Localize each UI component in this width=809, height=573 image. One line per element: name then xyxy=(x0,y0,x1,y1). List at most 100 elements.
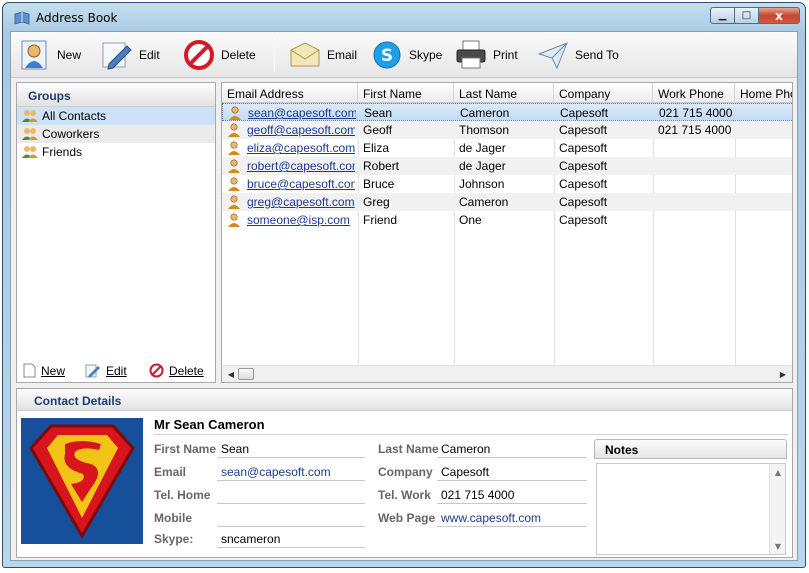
send-to-button[interactable]: Send To xyxy=(537,38,619,72)
tel-home-field[interactable] xyxy=(217,486,365,504)
company-cell: Capesoft xyxy=(559,213,608,227)
contact-details-panel: Contact Details Mr Sean Cameron First Na… xyxy=(16,388,793,558)
company-field[interactable]: Capesoft xyxy=(437,463,587,481)
group-edit-label: Edit xyxy=(106,363,127,378)
group-label: Friends xyxy=(42,145,83,159)
svg-text:S: S xyxy=(381,46,393,66)
contact-details-title: Contact Details xyxy=(17,389,792,411)
email-cell[interactable]: greg@capesoft.com xyxy=(247,195,355,209)
table-row[interactable]: bruce@capesoft.com Bruce Johnson Capesoft xyxy=(222,175,792,193)
table-row[interactable]: robert@capesoft.com Robert de Jager Capesof… xyxy=(222,157,792,175)
maximize-button[interactable]: □ xyxy=(734,7,758,24)
email-cell[interactable]: sean@capesoft.com xyxy=(248,106,356,120)
edit-pencil-icon xyxy=(85,364,100,378)
toolbar-separator xyxy=(274,38,275,72)
first-name-cell: Greg xyxy=(363,195,390,209)
notes-title: Notes xyxy=(594,439,787,459)
notes-vertical-scrollbar[interactable]: ▲ ▼ xyxy=(769,464,785,554)
group-label: All Contacts xyxy=(42,109,107,123)
send-to-label: Send To xyxy=(575,48,619,62)
work-phone-cell: 021 715 4000 xyxy=(659,106,733,120)
first-name-field[interactable]: Sean xyxy=(217,440,365,458)
company-cell: Capesoft xyxy=(560,106,609,120)
delete-icon xyxy=(149,363,164,378)
new-contact-icon xyxy=(19,39,51,71)
toolbar: New Edit Delete Email S Skype Print Send… xyxy=(11,32,797,78)
scroll-thumb[interactable] xyxy=(238,368,254,380)
skype-button[interactable]: S Skype xyxy=(371,38,442,72)
table-row[interactable]: greg@capesoft.com Greg Cameron Capesoft xyxy=(222,193,792,211)
print-button[interactable]: Print xyxy=(455,38,518,72)
table-row[interactable]: geoff@capesoft.com Geoff Thomson Capesoft 02… xyxy=(222,121,792,139)
superman-shield-image xyxy=(21,418,143,544)
company-cell: Capesoft xyxy=(559,195,608,209)
edit-pencil-icon xyxy=(101,39,133,71)
group-new-label: New xyxy=(41,363,66,378)
send-paper-plane-icon xyxy=(537,39,569,71)
company-cell: Capesoft xyxy=(559,177,608,191)
new-button[interactable]: New xyxy=(19,38,81,72)
close-button[interactable]: x xyxy=(758,7,800,24)
group-delete-button[interactable]: Delete xyxy=(149,363,204,378)
group-people-icon xyxy=(22,146,38,158)
horizontal-scrollbar[interactable]: ◀ ▶ xyxy=(222,365,792,382)
scroll-left-arrow-icon[interactable]: ◀ xyxy=(224,368,238,380)
group-label: Coworkers xyxy=(42,127,100,141)
edit-label: Edit xyxy=(139,48,160,62)
column-home-phone[interactable]: Home Phone xyxy=(735,83,792,103)
envelope-icon xyxy=(289,39,321,71)
minimize-button[interactable]: ▁ xyxy=(710,7,734,24)
last-name-cell: Cameron xyxy=(459,195,509,209)
email-cell[interactable]: geoff@capesoft.com xyxy=(247,123,355,137)
group-item-coworkers[interactable]: Coworkers xyxy=(17,125,215,143)
email-cell[interactable]: robert@capesoft.com xyxy=(247,159,355,173)
email-button[interactable]: Email xyxy=(289,38,357,72)
scroll-up-arrow-icon[interactable]: ▲ xyxy=(770,465,786,479)
email-cell[interactable]: eliza@capesoft.com xyxy=(247,141,355,155)
contact-person-icon xyxy=(228,177,240,191)
group-people-icon xyxy=(22,128,38,140)
edit-button[interactable]: Edit xyxy=(101,38,160,72)
email-cell[interactable]: bruce@capesoft.com xyxy=(247,177,355,191)
column-last-name[interactable]: Last Name xyxy=(454,83,554,103)
scroll-down-arrow-icon[interactable]: ▼ xyxy=(770,539,786,553)
title-bar[interactable]: Address Book ▁ □ x xyxy=(3,3,805,31)
skype-field[interactable]: sncameron xyxy=(217,530,365,548)
group-delete-label: Delete xyxy=(169,363,204,378)
scroll-right-arrow-icon[interactable]: ▶ xyxy=(776,368,790,380)
contact-person-icon xyxy=(228,141,240,155)
group-item-all-contacts[interactable]: All Contacts xyxy=(17,107,215,125)
column-company[interactable]: Company xyxy=(554,83,653,103)
skype-icon: S xyxy=(371,39,403,71)
last-name-field[interactable]: Cameron xyxy=(437,440,587,458)
tel-work-field[interactable]: 021 715 4000 xyxy=(437,486,587,504)
web-page-field[interactable]: www.capesoft.com xyxy=(437,509,587,527)
column-email-address[interactable]: Email Address xyxy=(222,83,358,103)
first-name-cell: Robert xyxy=(363,159,400,173)
company-cell: Capesoft xyxy=(559,123,608,137)
group-edit-button[interactable]: Edit xyxy=(85,363,127,378)
company-cell: Capesoft xyxy=(559,141,608,155)
table-row[interactable]: eliza@capesoft.com Eliza de Jager Capesoft xyxy=(222,139,792,157)
delete-button[interactable]: Delete xyxy=(183,38,256,72)
last-name-cell: de Jager xyxy=(459,159,506,173)
last-name-cell: Thomson xyxy=(459,123,510,137)
last-name-cell: Johnson xyxy=(459,177,505,191)
table-row[interactable]: someone@isp.com Friend One Capesoft xyxy=(222,211,792,229)
first-name-label: First Name xyxy=(154,442,217,456)
table-row[interactable]: sean@capesoft.com Sean Cameron Capesoft 021 … xyxy=(222,103,792,121)
group-item-friends[interactable]: Friends xyxy=(17,143,215,161)
window-title: Address Book xyxy=(36,11,118,25)
column-work-phone[interactable]: Work Phone xyxy=(653,83,735,103)
email-cell[interactable]: someone@isp.com xyxy=(247,213,355,227)
first-name-cell: Friend xyxy=(363,213,398,227)
work-phone-cell: 021 715 4000 xyxy=(658,123,732,137)
web-page-label: Web Page xyxy=(378,511,436,525)
group-new-button[interactable]: New xyxy=(23,363,65,378)
email-field[interactable]: sean@capesoft.com xyxy=(217,463,365,481)
mobile-field[interactable] xyxy=(217,509,365,527)
email-label: Email xyxy=(154,465,187,479)
skype-label: Skype xyxy=(409,48,443,62)
column-first-name[interactable]: First Name xyxy=(358,83,454,103)
notes-textarea[interactable]: ▲ ▼ xyxy=(596,463,786,555)
